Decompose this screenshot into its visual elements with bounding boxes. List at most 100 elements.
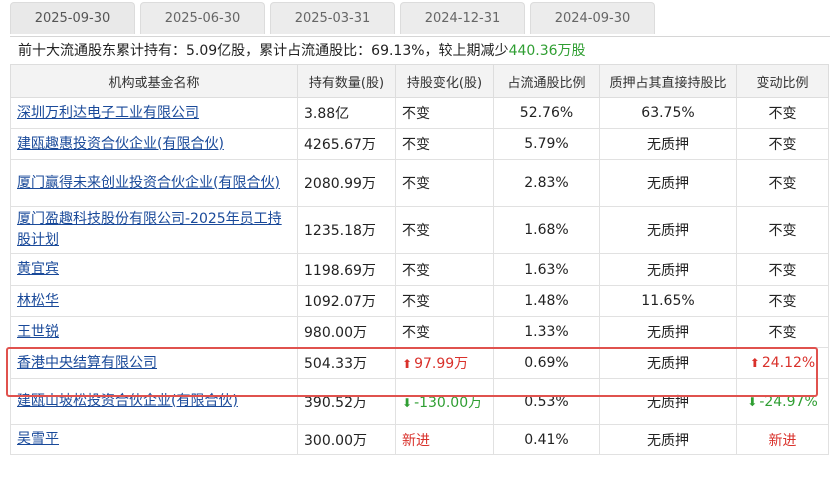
- col-header-ratio: 变动比例: [736, 64, 829, 98]
- pledge-ratio-cell: 无质押: [599, 316, 737, 348]
- float-share-pct-cell: 1.33%: [493, 316, 600, 348]
- holding-change-cell: 不变: [395, 128, 494, 160]
- tab-2024-09-30[interactable]: 2024-09-30: [530, 2, 655, 34]
- change-ratio: 不变: [768, 325, 797, 341]
- table-row: 建瓯趣惠投资合伙企业(有限合伙) 4265.67万 不变 5.79% 无质押 不变: [10, 128, 829, 160]
- holding-change: 不变: [402, 176, 430, 192]
- holding-change: 97.99万: [414, 356, 469, 372]
- pledge-ratio: 无质押: [647, 137, 689, 153]
- float-share-pct: 2.83%: [524, 175, 569, 191]
- pledge-ratio: 无质押: [647, 223, 689, 239]
- change-ratio-cell: 不变: [736, 97, 829, 129]
- holder-name-cell: 深圳万利达电子工业有限公司: [10, 97, 298, 129]
- change-ratio: 不变: [768, 262, 797, 279]
- change-ratio-cell: 不变: [736, 159, 829, 207]
- holder-name-link[interactable]: 深圳万利达电子工业有限公司: [17, 105, 199, 121]
- holder-name-link[interactable]: 建瓯山坡松投资合伙企业(有限合伙): [17, 393, 238, 409]
- holder-name-cell: 王世锐: [10, 316, 298, 348]
- holding-qty-cell: 1092.07万: [297, 285, 396, 317]
- tab-2025-06-30[interactable]: 2025-06-30: [140, 2, 265, 34]
- holder-name-link[interactable]: 吴雪平: [17, 431, 59, 447]
- arrow-up-icon: ⬆: [749, 356, 760, 370]
- holder-name-link[interactable]: 王世锐: [17, 324, 59, 340]
- float-share-pct-cell: 0.53%: [493, 378, 600, 425]
- summary-text: 前十大流通股东累计持有：5.09亿股，累计占流通股比：69.13%，较上期减少: [18, 43, 509, 59]
- pledge-ratio-cell: 无质押: [599, 424, 737, 455]
- holder-name-link[interactable]: 厦门盈趣科技股份有限公司-2025年员工持股计划: [17, 211, 282, 248]
- pledge-ratio: 63.75%: [641, 105, 695, 121]
- change-ratio: 不变: [768, 294, 797, 310]
- float-share-pct: 0.69%: [524, 355, 569, 371]
- tab-2025-03-31[interactable]: 2025-03-31: [270, 2, 395, 34]
- float-share-pct-cell: 1.63%: [493, 253, 600, 286]
- holding-qty: 3.88亿: [304, 106, 350, 122]
- pledge-ratio: 无质押: [647, 325, 689, 341]
- change-ratio-cell: ⬆ 24.12%: [736, 347, 829, 379]
- holding-qty-cell: 504.33万: [297, 347, 396, 379]
- holder-name-link[interactable]: 香港中央结算有限公司: [17, 355, 157, 371]
- holding-qty-cell: 300.00万: [297, 424, 396, 455]
- change-ratio: 不变: [768, 176, 797, 192]
- holder-name-link[interactable]: 林松华: [17, 293, 59, 309]
- arrow-down-icon: ⬇: [402, 395, 413, 410]
- holding-qty-cell: 1198.69万: [297, 253, 396, 286]
- change-ratio-cell: ⬇ -24.97%: [736, 378, 829, 425]
- holding-change: 不变: [402, 325, 430, 341]
- pledge-ratio-cell: 无质押: [599, 159, 737, 207]
- holding-qty: 300.00万: [304, 432, 367, 449]
- holding-change: 新进: [402, 432, 430, 449]
- holding-change-cell: 不变: [395, 253, 494, 286]
- holding-qty-cell: 390.52万: [297, 378, 396, 425]
- holding-change-cell: 不变: [395, 159, 494, 207]
- table-row: 王世锐 980.00万 不变 1.33% 无质押 不变: [10, 316, 829, 348]
- holder-name-link[interactable]: 厦门赢得未来创业投资合伙企业(有限合伙): [17, 175, 280, 191]
- holder-name-link[interactable]: 黄宜宾: [17, 261, 59, 277]
- holding-qty-cell: 4265.67万: [297, 128, 396, 160]
- holding-qty-cell: 1235.18万: [297, 206, 396, 254]
- table-row: 林松华 1092.07万 不变 1.48% 11.65% 不变: [10, 285, 829, 317]
- col-header-change: 持股变化(股): [395, 64, 494, 98]
- holding-change-cell: 不变: [395, 285, 494, 317]
- change-ratio: -24.97%: [759, 393, 818, 410]
- holder-name-cell: 建瓯山坡松投资合伙企业(有限合伙): [10, 378, 298, 425]
- float-share-pct: 1.33%: [524, 324, 569, 340]
- pledge-ratio-cell: 无质押: [599, 378, 737, 425]
- holding-change: 不变: [402, 106, 430, 122]
- col-header-pct: 占流通股比例: [493, 64, 600, 98]
- float-share-pct-cell: 52.76%: [493, 97, 600, 129]
- holding-qty: 390.52万: [304, 394, 367, 411]
- holding-change-cell: 不变: [395, 316, 494, 348]
- holder-name-cell: 黄宜宾: [10, 253, 298, 286]
- shareholder-table: 机构或基金名称 持有数量(股) 持股变化(股) 占流通股比例 质押占其直接持股比…: [10, 64, 829, 455]
- change-ratio: 不变: [768, 137, 797, 153]
- pledge-ratio: 无质押: [647, 176, 689, 192]
- float-share-pct-cell: 1.48%: [493, 285, 600, 317]
- pledge-ratio: 无质押: [647, 262, 689, 279]
- holder-name-cell: 厦门盈趣科技股份有限公司-2025年员工持股计划: [10, 206, 298, 254]
- float-share-pct-cell: 5.79%: [493, 128, 600, 160]
- holding-change: 不变: [402, 294, 430, 310]
- float-share-pct: 1.68%: [524, 222, 569, 238]
- holding-qty: 4265.67万: [304, 137, 376, 153]
- table-row: 黄宜宾 1198.69万 不变 1.63% 无质押 不变: [10, 253, 829, 286]
- holder-name-link[interactable]: 建瓯趣惠投资合伙企业(有限合伙): [17, 136, 224, 152]
- holding-change-cell: ⬆ 97.99万: [395, 347, 494, 379]
- table-row: 厦门赢得未来创业投资合伙企业(有限合伙) 2080.99万 不变 2.83% 无质押 不变: [10, 159, 829, 207]
- change-ratio-cell: 不变: [736, 316, 829, 348]
- change-ratio-cell: 不变: [736, 206, 829, 254]
- tab-2024-12-31[interactable]: 2024-12-31: [400, 2, 525, 34]
- pledge-ratio-cell: 无质押: [599, 206, 737, 254]
- col-header-qty: 持有数量(股): [297, 64, 396, 98]
- float-share-pct-cell: 2.83%: [493, 159, 600, 207]
- arrow-down-icon: ⬇: [747, 394, 758, 409]
- holding-change-cell: 不变: [395, 97, 494, 129]
- pledge-ratio-cell: 11.65%: [599, 285, 737, 317]
- holding-change-cell: ⬇ -130.00万: [395, 378, 494, 425]
- holdings-summary: 前十大流通股东累计持有：5.09亿股，累计占流通股比：69.13%，较上期减少4…: [10, 36, 830, 64]
- float-share-pct: 5.79%: [524, 136, 569, 152]
- tab-2025-09-30[interactable]: 2025-09-30: [10, 2, 135, 34]
- holder-name-cell: 香港中央结算有限公司: [10, 347, 298, 379]
- pledge-ratio-cell: 无质押: [599, 253, 737, 286]
- table-row: 深圳万利达电子工业有限公司 3.88亿 不变 52.76% 63.75% 不变: [10, 97, 829, 129]
- change-ratio-cell: 不变: [736, 285, 829, 317]
